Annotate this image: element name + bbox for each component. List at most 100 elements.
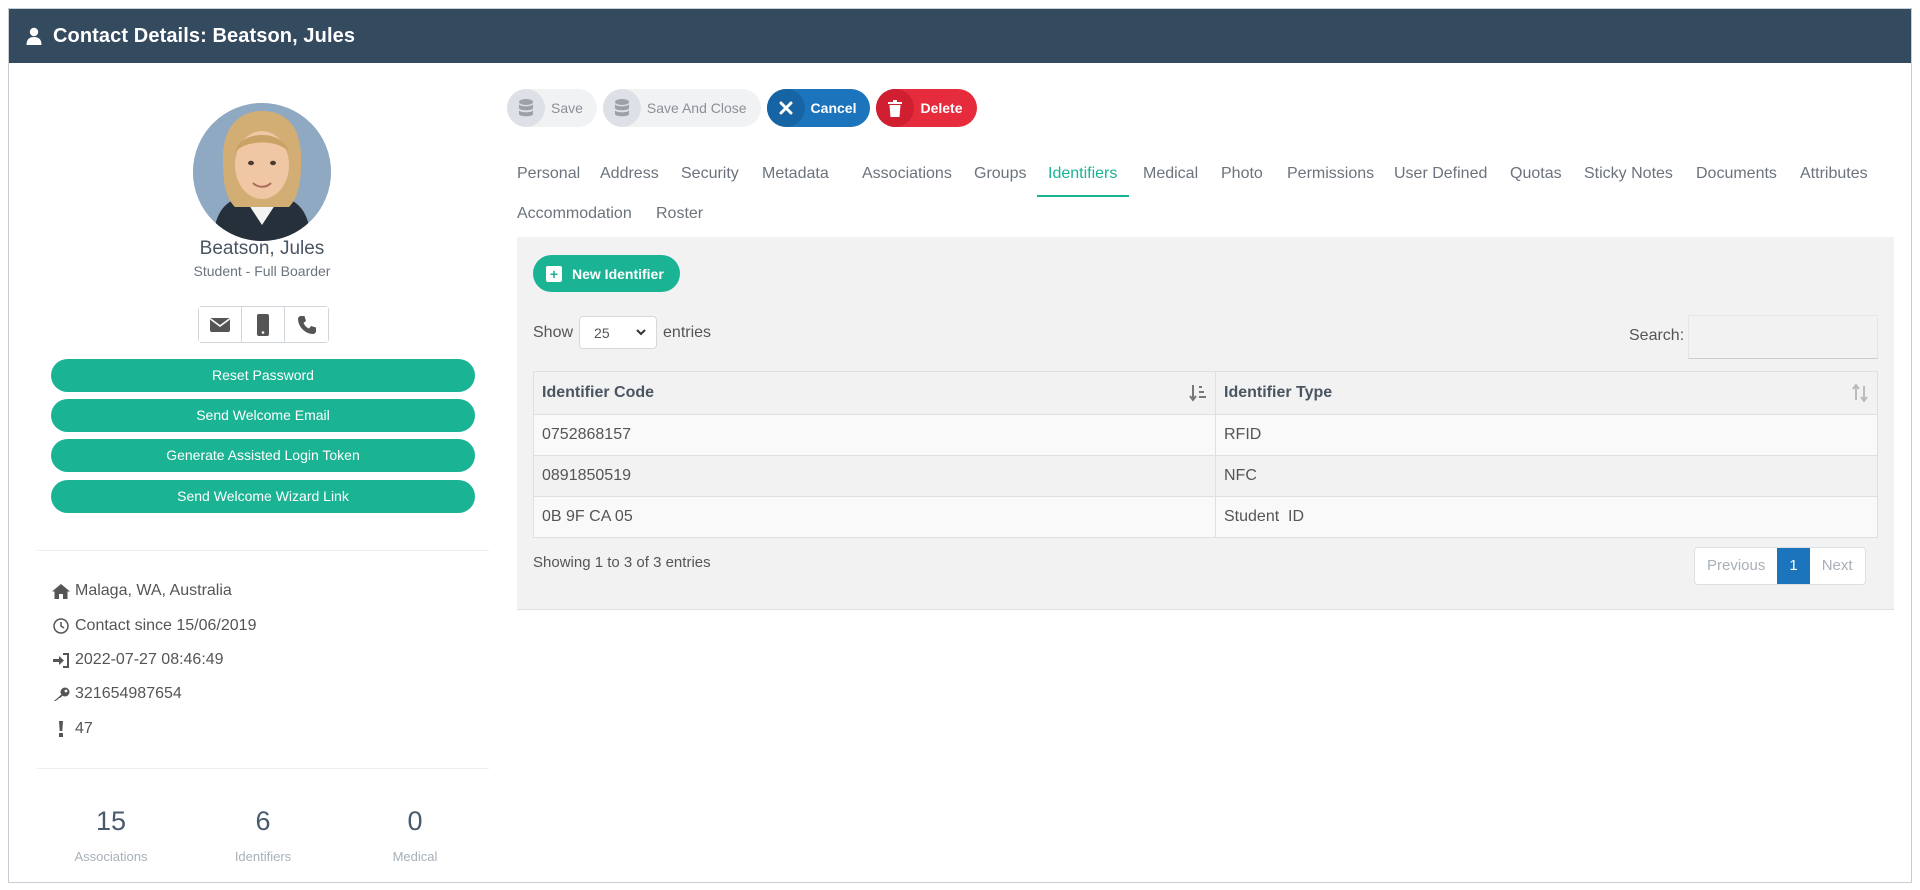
- tab-groups[interactable]: Groups: [974, 165, 1026, 183]
- clock-icon: [51, 617, 71, 635]
- cancel-button[interactable]: Cancel: [766, 89, 871, 127]
- tab-permissions[interactable]: Permissions: [1287, 165, 1374, 183]
- stat-label: Medical: [392, 849, 438, 864]
- tab-photo[interactable]: Photo: [1221, 165, 1263, 183]
- table-row[interactable]: 0891850519 NFC: [533, 455, 1878, 497]
- entries-label: entries: [663, 323, 712, 341]
- stat-label: Identifiers: [234, 849, 292, 864]
- previous-page-button[interactable]: Previous: [1695, 548, 1777, 584]
- stat-value: 0: [407, 806, 423, 836]
- table-summary: Showing 1 to 3 of 3 entries: [533, 554, 711, 571]
- cell-identifier-type: Student ID: [1215, 496, 1878, 538]
- identifiers-table: Identifier Code Identifier Type 07528681…: [533, 371, 1878, 538]
- profile-panel: Beatson, Jules Student - Full Boarder Re…: [29, 63, 489, 883]
- generate-login-token-button[interactable]: Generate Assisted Login Token: [51, 439, 475, 472]
- tab-security[interactable]: Security: [681, 165, 739, 183]
- save-and-close-label: Save And Close: [646, 100, 747, 116]
- email-button[interactable]: [199, 307, 242, 342]
- send-welcome-wizard-button[interactable]: Send Welcome Wizard Link: [51, 480, 475, 513]
- contact-details-window: Contact Details: Beatson, Jules Beatson,…: [8, 8, 1912, 883]
- avatar: [193, 103, 331, 241]
- page-1-button[interactable]: 1: [1777, 548, 1810, 584]
- tab-personal[interactable]: Personal: [517, 165, 580, 183]
- reset-password-button[interactable]: Reset Password: [51, 359, 475, 392]
- avatar-photo: [193, 103, 331, 241]
- table-header-row: Identifier Code Identifier Type: [533, 371, 1878, 415]
- title-bar: Contact Details: Beatson, Jules: [9, 9, 1911, 63]
- tab-user-defined[interactable]: User Defined: [1394, 165, 1487, 183]
- window-title: Contact Details: Beatson, Jules: [53, 24, 356, 47]
- identifiers-panel: + New Identifier Show 25 entries Search:…: [517, 237, 1894, 610]
- home-icon: [51, 582, 71, 600]
- profile-role: Student - Full Boarder: [193, 263, 331, 279]
- envelope-icon: [210, 317, 230, 332]
- stat-label: Associations: [74, 849, 148, 864]
- search-input[interactable]: [1688, 315, 1878, 359]
- contact-button-group: [198, 306, 329, 343]
- table-row[interactable]: 0752868157 RFID: [533, 414, 1878, 456]
- entries-select-value: 25: [594, 324, 610, 341]
- column-header-identifier-type[interactable]: Identifier Type: [1215, 371, 1878, 415]
- database-icon: [602, 89, 641, 127]
- entries-select[interactable]: 25: [579, 316, 658, 349]
- tab-address[interactable]: Address: [600, 165, 659, 183]
- trash-icon: [876, 89, 915, 127]
- tab-identifiers[interactable]: Identifiers: [1048, 165, 1117, 183]
- delete-label: Delete: [920, 100, 963, 116]
- search-label: Search:: [1629, 327, 1685, 344]
- divider: [37, 768, 489, 769]
- chevron-down-icon: [636, 329, 646, 336]
- sort-both-icon: [1852, 384, 1868, 402]
- table-row[interactable]: 0B 9F CA 05 Student ID: [533, 496, 1878, 538]
- save-label: Save: [551, 100, 583, 116]
- user-icon: [26, 27, 42, 45]
- info-contact-since: Contact since 15/06/2019: [51, 615, 256, 637]
- info-alert-text: 47: [75, 720, 93, 737]
- delete-button[interactable]: Delete: [876, 89, 977, 127]
- stat-value: 15: [95, 806, 127, 836]
- tab-sticky-notes[interactable]: Sticky Notes: [1584, 165, 1673, 183]
- tab-accommodation[interactable]: Accommodation: [517, 205, 632, 223]
- phone-icon: [297, 315, 316, 334]
- tab-medical[interactable]: Medical: [1143, 165, 1198, 183]
- info-location: Malaga, WA, Australia: [51, 580, 232, 602]
- info-alert: 47: [51, 718, 93, 740]
- info-contact-since-text: Contact since 15/06/2019: [75, 617, 257, 634]
- stat-value: 6: [255, 806, 271, 836]
- next-page-button[interactable]: Next: [1810, 548, 1865, 584]
- tab-associations[interactable]: Associations: [862, 165, 952, 183]
- tab-metadata[interactable]: Metadata: [762, 165, 829, 183]
- cell-identifier-code: 0752868157: [533, 414, 1216, 456]
- database-icon: [507, 89, 545, 127]
- profile-name: Beatson, Jules: [199, 238, 325, 259]
- mobile-button[interactable]: [242, 307, 285, 342]
- tab-roster[interactable]: Roster: [656, 205, 703, 223]
- cell-identifier-code: 0B 9F CA 05: [533, 496, 1216, 538]
- save-and-close-button[interactable]: Save And Close: [602, 89, 761, 127]
- save-button[interactable]: Save: [507, 89, 597, 127]
- plus-icon: +: [546, 265, 562, 282]
- stat-medical: 0 Medical: [345, 806, 485, 864]
- cancel-label: Cancel: [810, 100, 857, 116]
- divider: [37, 550, 489, 551]
- column-header-label: Identifier Type: [1224, 384, 1333, 401]
- send-welcome-email-button[interactable]: Send Welcome Email: [51, 399, 475, 432]
- action-toolbar: Save Save And Close Cancel Delete: [507, 89, 977, 127]
- tab-attributes[interactable]: Attributes: [1800, 165, 1868, 183]
- tab-quotas[interactable]: Quotas: [1510, 165, 1562, 183]
- pagination: Previous 1 Next: [1694, 547, 1866, 585]
- sort-ascending-icon: [1189, 385, 1206, 402]
- show-label: Show: [533, 323, 574, 341]
- sign-in-icon: [51, 651, 71, 669]
- tab-documents[interactable]: Documents: [1696, 165, 1777, 183]
- info-last-login: 2022-07-27 08:46:49: [51, 649, 224, 671]
- cell-identifier-type: NFC: [1215, 455, 1878, 497]
- phone-button[interactable]: [285, 307, 328, 342]
- cell-identifier-type: RFID: [1215, 414, 1878, 456]
- close-icon: [766, 89, 805, 127]
- key-icon: [51, 685, 71, 703]
- entries-length-control: Show 25 entries: [533, 316, 711, 349]
- info-key-text: 321654987654: [75, 685, 182, 702]
- new-identifier-button[interactable]: + New Identifier: [533, 255, 680, 292]
- column-header-identifier-code[interactable]: Identifier Code: [533, 371, 1216, 415]
